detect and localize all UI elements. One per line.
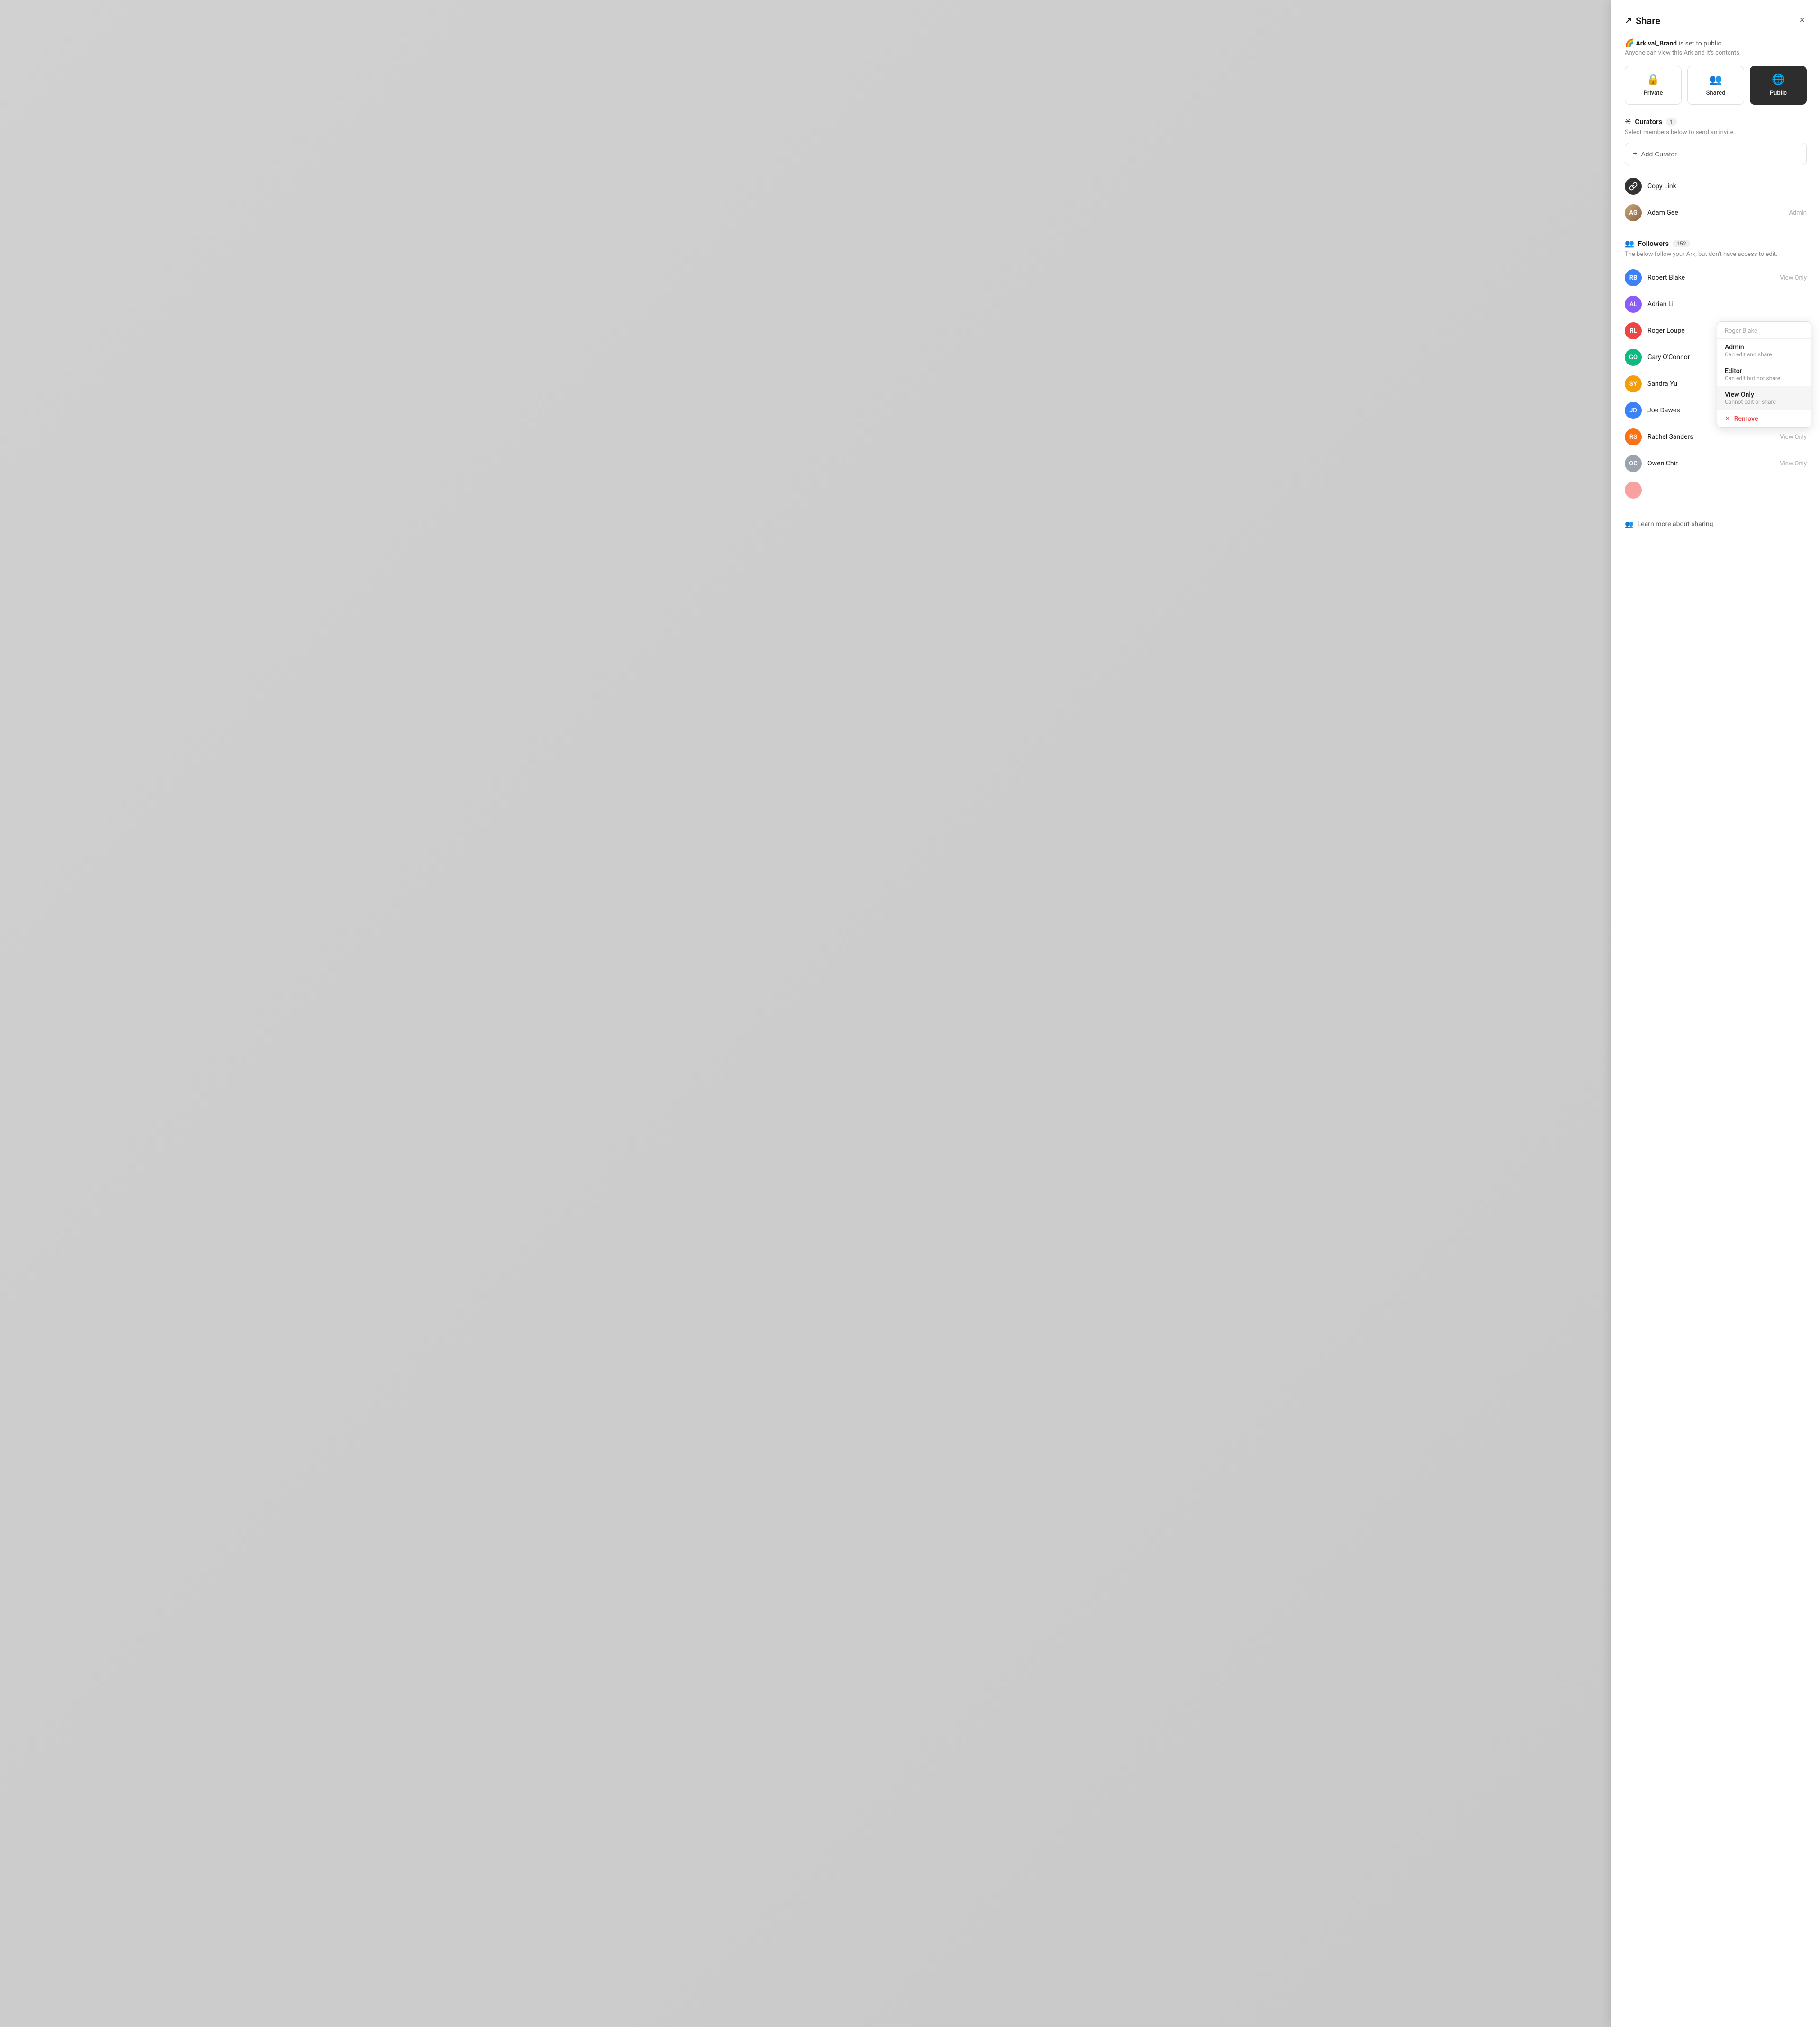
curators-section-header: ✳ Curators 1 bbox=[1625, 117, 1807, 126]
owen-avatar: OC bbox=[1625, 455, 1642, 472]
curators-badge: 1 bbox=[1666, 118, 1677, 126]
more-members-row bbox=[1625, 477, 1807, 503]
followers-section: 👥 Followers 152 The below follow your Ar… bbox=[1625, 239, 1807, 503]
dropdown-editor-title: Editor bbox=[1725, 367, 1803, 375]
link-avatar bbox=[1625, 178, 1642, 195]
curators-title: Curators bbox=[1635, 118, 1662, 126]
share-arrow-icon: ↗ bbox=[1625, 16, 1632, 26]
private-label: Private bbox=[1644, 90, 1663, 97]
learn-more-label: Learn more about sharing bbox=[1638, 520, 1713, 528]
rachel-role: View Only bbox=[1780, 434, 1807, 441]
sandra-avatar: SY bbox=[1625, 375, 1642, 392]
add-curator-label: Add Curator bbox=[1641, 150, 1676, 158]
followers-icon: 👥 bbox=[1625, 239, 1634, 248]
dropdown-editor[interactable]: Editor Can edit but not share bbox=[1717, 363, 1811, 386]
ark-status-text: is set to bbox=[1679, 40, 1704, 47]
curators-desc: Select members below to send an invite. bbox=[1625, 129, 1807, 136]
adam-name: Adam Gee bbox=[1647, 209, 1789, 217]
plus-icon: + bbox=[1633, 150, 1637, 158]
roger-avatar: RL bbox=[1625, 322, 1642, 339]
dropdown-admin-title: Admin bbox=[1725, 344, 1803, 351]
follower-adrian-row: AL Adrian Li bbox=[1625, 291, 1807, 318]
ark-status-desc: Anyone can view this Ark and it's conten… bbox=[1625, 49, 1807, 56]
adam-role: Admin bbox=[1789, 209, 1807, 217]
follower-robert-row: RB Robert Blake View Only bbox=[1625, 264, 1807, 291]
dropdown-header: Roger Blake bbox=[1717, 322, 1811, 339]
ark-status: 🌈 Arkival_Brand is set to public Anyone … bbox=[1625, 38, 1807, 56]
remove-label: Remove bbox=[1734, 415, 1758, 423]
rachel-name: Rachel Sanders bbox=[1647, 433, 1780, 441]
follower-owen-row: OC Owen Chir View Only bbox=[1625, 450, 1807, 477]
ark-name: Arkival_Brand bbox=[1636, 40, 1677, 47]
dropdown-view-only-title: View Only bbox=[1725, 391, 1803, 399]
followers-badge: 152 bbox=[1673, 240, 1690, 247]
share-panel: ↗ Share × 🌈 Arkival_Brand is set to publ… bbox=[1611, 0, 1820, 2027]
owen-role: View Only bbox=[1780, 460, 1807, 467]
panel-title: ↗ Share bbox=[1625, 15, 1660, 27]
panel-title-text: Share bbox=[1636, 15, 1660, 27]
shared-label: Shared bbox=[1706, 90, 1726, 97]
followers-section-header: 👥 Followers 152 bbox=[1625, 239, 1807, 248]
curators-section: ✳ Curators 1 Select members below to sen… bbox=[1625, 117, 1807, 226]
rachel-avatar: RS bbox=[1625, 428, 1642, 445]
role-dropdown: Roger Blake Admin Can edit and share Edi… bbox=[1717, 321, 1811, 428]
adrian-name: Adrian Li bbox=[1647, 300, 1807, 308]
copy-link-row[interactable]: Copy Link bbox=[1625, 173, 1807, 200]
link-icon bbox=[1629, 182, 1638, 191]
close-icon: × bbox=[1799, 15, 1805, 26]
more-avatar bbox=[1625, 482, 1642, 499]
gary-avatar: GO bbox=[1625, 349, 1642, 366]
close-button[interactable]: × bbox=[1797, 13, 1807, 28]
learn-more-icon: 👥 bbox=[1625, 520, 1634, 528]
dropdown-admin[interactable]: Admin Can edit and share bbox=[1717, 339, 1811, 363]
follower-roger-row: RL Roger Loupe Roger Blake Admin Can edi… bbox=[1625, 318, 1807, 344]
ark-status-line: 🌈 Arkival_Brand is set to public bbox=[1625, 38, 1807, 47]
public-icon: 🌐 bbox=[1772, 74, 1784, 86]
rainbow-emoji: 🌈 bbox=[1625, 38, 1634, 47]
visibility-public[interactable]: 🌐 Public bbox=[1750, 66, 1807, 105]
followers-title: Followers bbox=[1638, 239, 1669, 248]
joe-avatar: JD bbox=[1625, 402, 1642, 419]
learn-more[interactable]: 👥 Learn more about sharing bbox=[1625, 513, 1807, 528]
add-curator-button[interactable]: + Add Curator bbox=[1625, 143, 1807, 165]
followers-desc: The below follow your Ark, but don't hav… bbox=[1625, 251, 1807, 258]
curators-asterisk-icon: ✳ bbox=[1625, 117, 1631, 126]
modal-overlay: ↗ Share × 🌈 Arkival_Brand is set to publ… bbox=[0, 0, 1820, 2027]
robert-name: Robert Blake bbox=[1647, 274, 1780, 282]
adam-avatar: AG bbox=[1625, 204, 1642, 221]
visibility-private[interactable]: 🔒 Private bbox=[1625, 66, 1682, 105]
robert-role: View Only bbox=[1780, 274, 1807, 282]
robert-avatar: RB bbox=[1625, 269, 1642, 286]
dropdown-admin-desc: Can edit and share bbox=[1725, 351, 1803, 358]
visibility-shared[interactable]: 👥 Shared bbox=[1687, 66, 1744, 105]
private-icon: 🔒 bbox=[1647, 74, 1659, 86]
curator-adam-row: AG Adam Gee Admin bbox=[1625, 200, 1807, 226]
dropdown-view-only-desc: Cannot edit or share bbox=[1725, 399, 1803, 405]
ark-visibility: public bbox=[1703, 40, 1721, 47]
dropdown-remove[interactable]: ✕ Remove bbox=[1717, 410, 1811, 427]
panel-header: ↗ Share × bbox=[1625, 13, 1807, 28]
owen-name: Owen Chir bbox=[1647, 460, 1780, 467]
adrian-avatar: AL bbox=[1625, 296, 1642, 313]
visibility-options: 🔒 Private 👥 Shared 🌐 Public bbox=[1625, 66, 1807, 105]
public-label: Public bbox=[1770, 90, 1787, 97]
shared-icon: 👥 bbox=[1709, 74, 1722, 86]
dropdown-view-only[interactable]: View Only Cannot edit or share bbox=[1717, 386, 1811, 410]
copy-link-label: Copy Link bbox=[1647, 182, 1807, 190]
dropdown-editor-desc: Can edit but not share bbox=[1725, 375, 1803, 382]
remove-x-icon: ✕ bbox=[1725, 415, 1730, 423]
